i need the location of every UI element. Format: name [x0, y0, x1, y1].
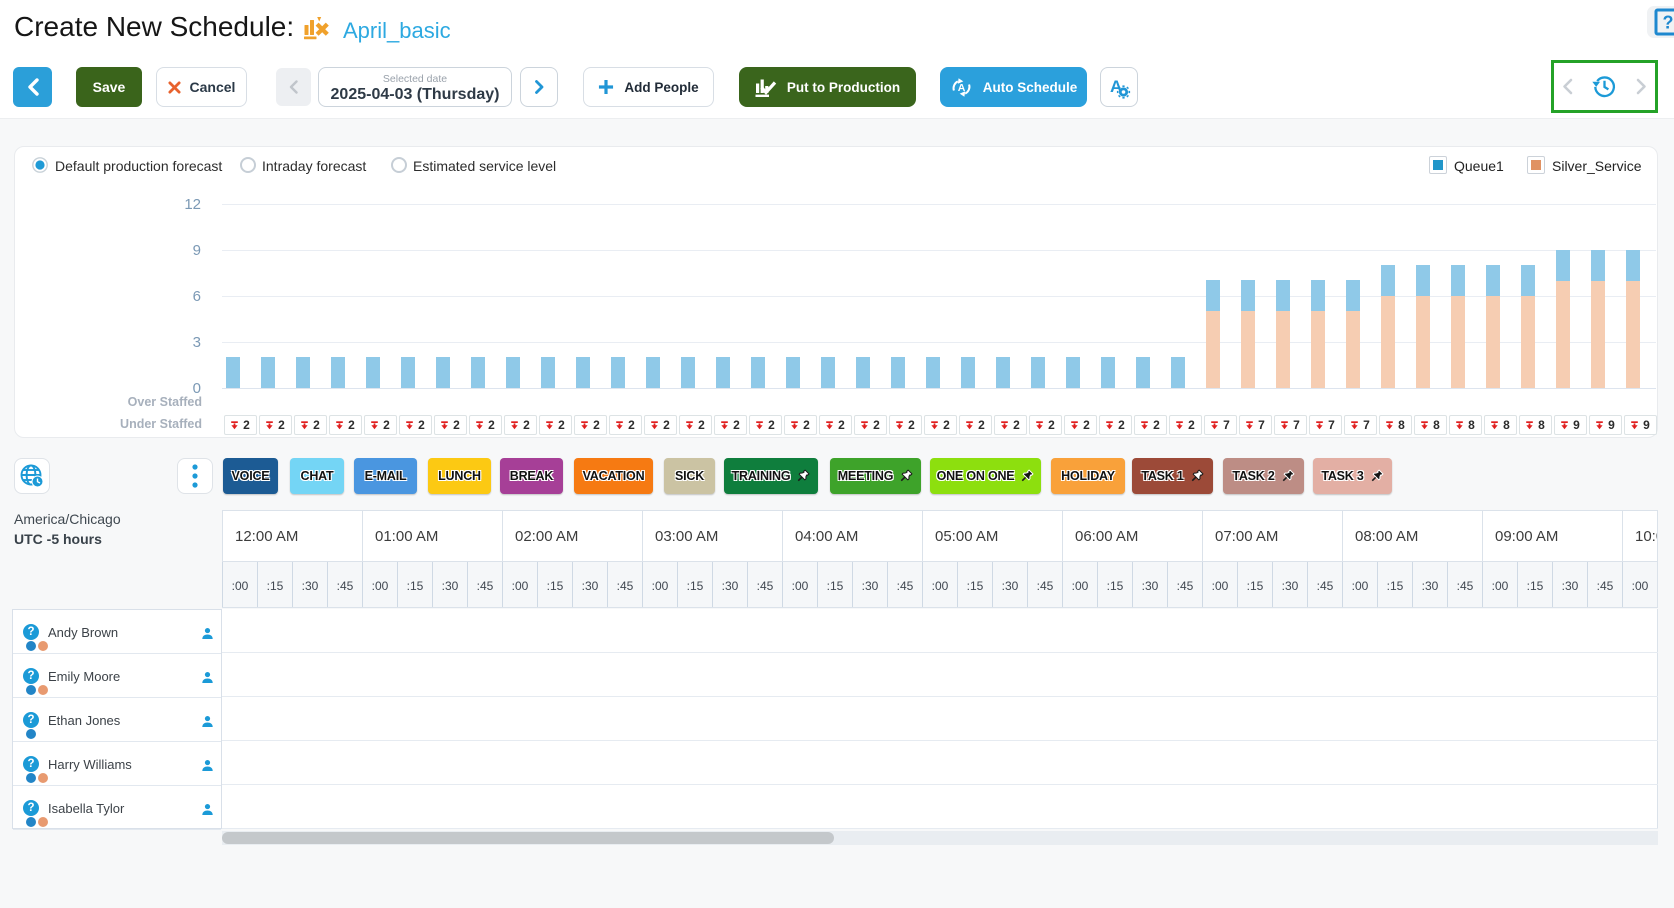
svg-text:A: A — [958, 81, 966, 93]
svg-text:?: ? — [1663, 13, 1674, 33]
